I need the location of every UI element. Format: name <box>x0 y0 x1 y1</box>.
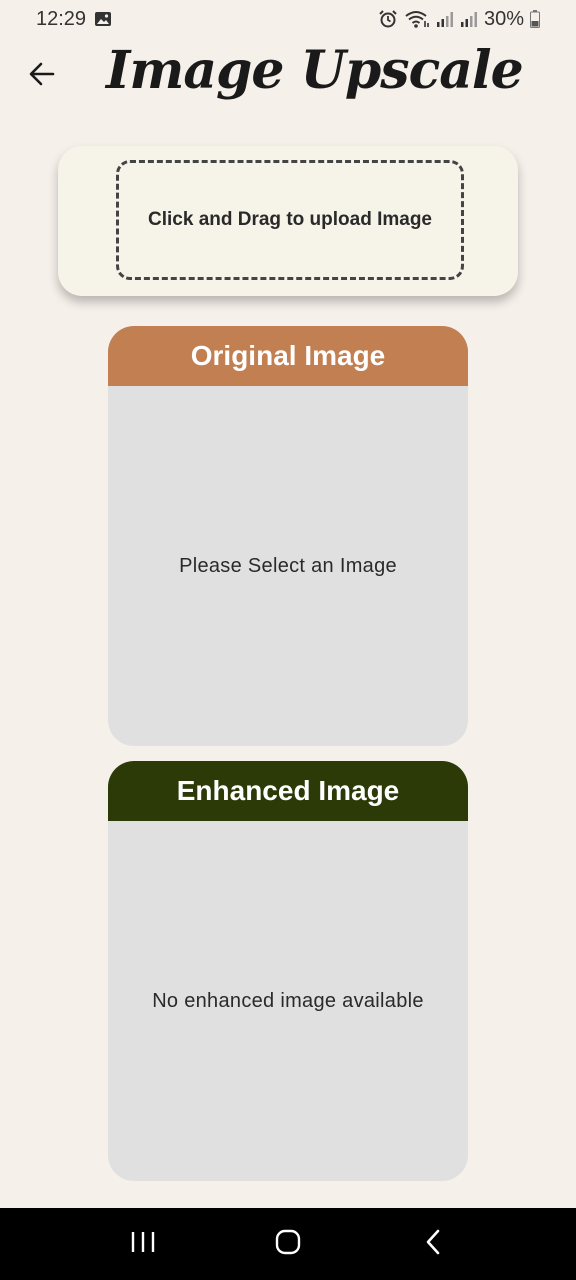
recents-button[interactable] <box>113 1214 173 1274</box>
signal-icon <box>436 10 454 28</box>
enhanced-image-panel: Enhanced Image No enhanced image availab… <box>108 761 468 1181</box>
upload-card: Click and Drag to upload Image <box>58 146 518 296</box>
battery-icon <box>530 10 540 28</box>
upload-drop-zone[interactable]: Click and Drag to upload Image <box>116 160 464 280</box>
enhanced-image-placeholder: No enhanced image available <box>152 989 424 1012</box>
enhanced-image-title: Enhanced Image <box>176 775 400 806</box>
page-title: Image Upscale <box>106 40 524 101</box>
wifi-icon <box>404 9 430 29</box>
original-image-title: Original Image <box>190 340 386 371</box>
system-nav-bar <box>0 1208 576 1280</box>
enhanced-image-header: Enhanced Image <box>108 761 468 821</box>
alarm-icon <box>378 9 398 29</box>
signal-icon <box>460 10 478 28</box>
enhanced-image-area: No enhanced image available <box>108 821 468 1181</box>
gallery-icon <box>94 11 112 27</box>
arrow-left-icon <box>28 60 56 93</box>
upload-label: Click and Drag to upload Image <box>148 209 432 230</box>
back-button[interactable] <box>20 54 64 98</box>
original-image-panel: Original Image Please Select an Image <box>108 326 468 746</box>
status-time: 12:29 <box>36 7 87 30</box>
status-left: 12:29 <box>36 8 112 31</box>
back-icon <box>423 1228 443 1261</box>
status-bar: 12:29 30% <box>0 0 576 38</box>
battery-percent: 30% <box>483 7 524 30</box>
home-button[interactable] <box>258 1214 318 1274</box>
app-bar: Image Upscale <box>0 38 576 118</box>
original-image-area: Please Select an Image <box>108 386 468 746</box>
original-image-header: Original Image <box>108 326 468 386</box>
original-image-placeholder: Please Select an Image <box>179 554 397 577</box>
status-right: 30% <box>378 8 540 31</box>
home-icon <box>274 1228 302 1261</box>
nav-back-button[interactable] <box>403 1214 463 1274</box>
recents-icon <box>130 1230 156 1259</box>
